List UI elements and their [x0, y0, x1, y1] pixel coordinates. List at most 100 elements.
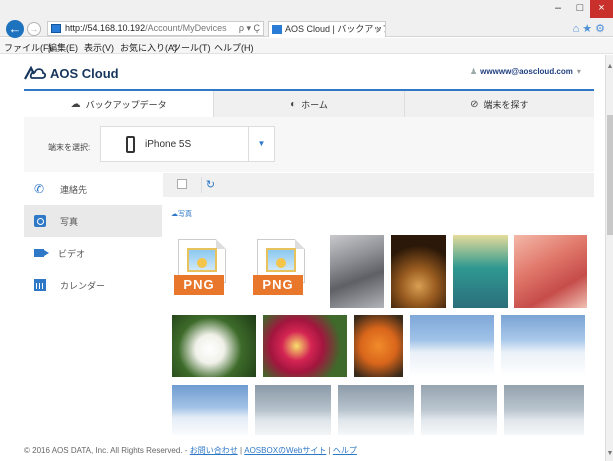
vertical-scrollbar[interactable]: ▲ ▼	[605, 55, 613, 461]
sidebar-item-label: 写真	[60, 216, 79, 227]
breadcrumb-label: 写真	[178, 211, 192, 218]
photo-thumbnail-png[interactable]: PNG	[172, 235, 232, 305]
scrollbar-thumb[interactable]	[607, 115, 613, 235]
photo-toolbar: ↻	[163, 173, 594, 197]
photo-thumbnail[interactable]	[354, 315, 403, 377]
footer-link-website[interactable]: AOSBOXのWebサイト	[244, 446, 326, 455]
photo-thumbnail[interactable]	[453, 235, 508, 308]
camera-icon	[34, 215, 46, 227]
sidebar-item-label: カレンダー	[60, 280, 106, 291]
menu-view[interactable]: 表示(V)	[84, 41, 114, 54]
main-tabs: ☁ バックアップデータ ◐ ホーム ⊘ 端末を探す	[24, 89, 594, 117]
minimize-button[interactable]: –	[547, 0, 569, 18]
footer-link-contact[interactable]: お問い合わせ	[190, 446, 238, 455]
tab-backup-data[interactable]: ☁ バックアップデータ	[24, 91, 214, 117]
photo-thumbnail[interactable]	[504, 385, 584, 435]
footer-divider: |	[239, 446, 243, 455]
copyright-text: © 2016 AOS DATA, Inc. All Rights Reserve…	[24, 446, 183, 455]
photo-thumbnail[interactable]	[172, 315, 256, 377]
photo-thumbnail[interactable]	[330, 235, 384, 308]
close-button[interactable]: ×	[590, 0, 613, 18]
device-selected-value: iPhone 5S	[145, 139, 192, 150]
address-controls[interactable]: ρ ▾ Ç	[239, 22, 260, 35]
device-select-label: 端末を選択:	[48, 143, 91, 152]
site-favicon-icon	[51, 24, 61, 33]
cloud-icon: ☁	[171, 211, 178, 218]
tab-find-device[interactable]: ⊘ 端末を探す	[403, 91, 594, 117]
select-all-checkbox[interactable]	[177, 179, 187, 189]
tab-close-icon[interactable]: ×	[376, 22, 381, 36]
tab-title: AOS Cloud | バックアップデータ	[285, 24, 385, 34]
breadcrumb[interactable]: ☁写真	[171, 209, 192, 219]
calendar-icon	[34, 279, 46, 291]
sidebar-item-label: 連絡先	[60, 184, 88, 195]
photo-thumbnail[interactable]	[255, 385, 331, 435]
home-icon[interactable]: ⌂	[573, 23, 583, 35]
video-icon	[34, 249, 49, 257]
photo-thumbnail[interactable]	[172, 385, 248, 435]
address-bar[interactable]: http://54.168.10.192/Account/MyDevices ρ…	[47, 21, 264, 36]
brand-name: AOS Cloud	[50, 65, 119, 81]
forward-button[interactable]: →	[27, 22, 41, 36]
sidebar: ✆ 連絡先 写真 ビデオ カレンダー	[24, 173, 162, 301]
aos-logo-icon	[24, 65, 46, 80]
cloud-icon: ☁	[70, 98, 81, 110]
tab-home[interactable]: ◐ ホーム	[213, 91, 404, 117]
browser-tab[interactable]: AOS Cloud | バックアップデータ ×	[268, 21, 386, 37]
menu-edit[interactable]: 編集(E)	[48, 41, 78, 54]
brand-logo[interactable]: AOS Cloud	[24, 63, 119, 83]
device-dropdown[interactable]: iPhone 5S ▼	[100, 126, 275, 162]
png-label: PNG	[174, 275, 224, 295]
sidebar-item-calendar[interactable]: カレンダー	[24, 269, 162, 301]
sidebar-item-label: ビデオ	[58, 248, 86, 259]
user-menu[interactable]: ♟ wwwww@aoscloud.com ▾	[470, 67, 581, 76]
menu-favorites[interactable]: お気に入り(A)	[120, 41, 177, 54]
browser-toolbar-icons[interactable]: ⌂★⚙	[573, 22, 608, 35]
device-select-row: 端末を選択: iPhone 5S ▼	[24, 117, 594, 172]
settings-gear-icon[interactable]: ⚙	[595, 23, 608, 35]
url-host: http://54.168.10.192	[65, 23, 146, 33]
sidebar-item-video[interactable]: ビデオ	[24, 237, 162, 269]
user-icon: ♟	[470, 67, 478, 76]
user-email: wwwww@aoscloud.com	[480, 67, 573, 76]
menu-file[interactable]: ファイル(F)	[4, 41, 52, 54]
browser-window: ← → http://54.168.10.192/Account/MyDevic…	[0, 0, 613, 461]
photo-thumbnail[interactable]	[501, 315, 585, 377]
footer-separator: -	[184, 446, 188, 455]
maximize-button[interactable]: □	[569, 0, 591, 18]
photo-thumbnail[interactable]	[421, 385, 497, 435]
footer-divider: |	[328, 446, 331, 455]
photo-panel: ↻ ☁写真 PNG PNG	[163, 173, 594, 461]
sidebar-item-contacts[interactable]: ✆ 連絡先	[24, 173, 162, 205]
url-path: /Account/MyDevices	[145, 23, 227, 33]
locate-icon: ⊘	[470, 98, 479, 110]
phone-icon: ✆	[34, 182, 45, 196]
sidebar-item-photos[interactable]: 写真	[24, 205, 162, 237]
png-label: PNG	[253, 275, 303, 295]
browser-titlebar: ← → http://54.168.10.192/Account/MyDevic…	[0, 0, 613, 38]
tab-favicon-icon	[272, 25, 282, 34]
photo-thumbnail[interactable]	[263, 315, 347, 377]
chevron-down-icon[interactable]: ▼	[248, 127, 274, 161]
menu-bar: ファイル(F) 編集(E) 表示(V) お気に入り(A) ツール(T) ヘルプ(…	[0, 38, 613, 54]
smartphone-icon	[126, 136, 135, 153]
scroll-up-icon[interactable]: ▲	[606, 63, 613, 70]
scroll-down-icon[interactable]: ▼	[606, 450, 613, 457]
tab-label: バックアップデータ	[85, 99, 167, 110]
page-content: AOS Cloud ♟ wwwww@aoscloud.com ▾ ☁ バックアップデ…	[0, 55, 605, 461]
photo-thumbnail[interactable]	[338, 385, 414, 435]
footer-link-help[interactable]: ヘルプ	[333, 446, 357, 455]
photo-thumbnail[interactable]	[514, 235, 587, 308]
refresh-icon[interactable]: ↻	[201, 177, 219, 193]
footer: © 2016 AOS DATA, Inc. All Rights Reserve…	[24, 445, 357, 456]
photo-thumbnail[interactable]	[410, 315, 494, 377]
menu-tools[interactable]: ツール(T)	[172, 41, 211, 54]
tab-label: 端末を探す	[483, 99, 529, 110]
back-button[interactable]: ←	[6, 20, 24, 38]
tab-label: ホーム	[301, 99, 328, 110]
photo-thumbnail-png[interactable]: PNG	[251, 235, 311, 305]
photo-thumbnail[interactable]	[391, 235, 446, 308]
menu-help[interactable]: ヘルプ(H)	[214, 41, 254, 54]
favorites-star-icon[interactable]: ★	[582, 23, 595, 35]
chevron-down-icon: ▾	[576, 67, 581, 76]
